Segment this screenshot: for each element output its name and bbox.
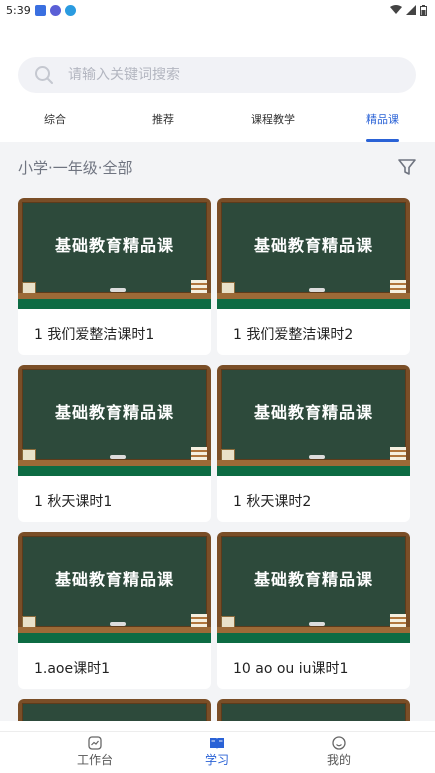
category-tabs: 综合 推荐 课程教学 精品课 — [0, 104, 435, 142]
course-thumbnail: 基础教育精品课 — [18, 532, 211, 643]
thumbnail-text: 基础教育精品课 — [253, 236, 373, 255]
books-icon — [191, 447, 207, 461]
chalkboard — [22, 703, 207, 721]
course-title: 1.aoe课时1 — [34, 661, 111, 677]
books-icon — [191, 280, 207, 294]
search-icon — [35, 66, 53, 84]
tab-label: 综合 — [44, 113, 66, 126]
thumbnail-text: 基础教育精品课 — [253, 570, 373, 589]
moon-notification-icon — [49, 4, 61, 16]
status-time: 5:39 — [6, 3, 31, 17]
bottom-nav: 工作台 学习 我的 — [0, 731, 435, 773]
thumbnail-text: 基础教育精品课 — [54, 570, 174, 589]
nav-profile[interactable]: 我的 — [299, 736, 379, 768]
chalk-icon — [110, 288, 126, 292]
course-title: 1 秋天课时2 — [233, 494, 312, 510]
chalk-icon — [110, 622, 126, 626]
thumbnail-text: 基础教育精品课 — [253, 403, 373, 422]
board-base — [217, 633, 410, 643]
study-icon — [210, 738, 224, 749]
chalk-icon — [110, 455, 126, 459]
course-thumbnail — [217, 699, 410, 721]
nav-label: 工作台 — [76, 753, 113, 767]
course-card-partial[interactable] — [18, 699, 211, 721]
course-thumbnail: 基础教育精品课 — [217, 365, 410, 476]
chalk-icon — [309, 455, 325, 459]
course-thumbnail: 基础教育精品课 — [18, 198, 211, 309]
tab-recommended[interactable]: 推荐 — [152, 104, 174, 142]
course-thumbnail — [18, 699, 211, 721]
books-icon — [191, 614, 207, 628]
board-base — [18, 633, 211, 643]
board-base — [217, 299, 410, 309]
course-card-partial[interactable] — [217, 699, 410, 721]
filter-icon[interactable] — [397, 157, 417, 177]
thumbnail-text: 基础教育精品课 — [54, 403, 174, 422]
battery-icon — [420, 4, 427, 16]
board-base — [18, 466, 211, 476]
tab-label: 课程教学 — [251, 113, 295, 126]
course-card[interactable]: 基础教育精品课 1 秋天课时1 — [18, 365, 211, 522]
signal-icon — [406, 5, 416, 15]
status-right — [390, 4, 427, 16]
wifi-icon — [390, 5, 402, 14]
status-bar: 5:39 — [0, 0, 435, 20]
chalk-icon — [309, 288, 325, 292]
books-icon — [390, 447, 406, 461]
books-icon — [390, 280, 406, 294]
board-base — [217, 466, 410, 476]
chalkboard — [221, 703, 406, 721]
search-bar[interactable] — [18, 57, 416, 93]
filter-row: 小学·一年级·全部 — [0, 142, 435, 192]
nav-label: 我的 — [326, 753, 351, 767]
course-title: 1 我们爱整洁课时1 — [34, 327, 155, 343]
course-thumbnail: 基础教育精品课 — [217, 198, 410, 309]
course-card[interactable]: 基础教育精品课 1 秋天课时2 — [217, 365, 410, 522]
course-list-area[interactable]: 小学·一年级·全部 基础教育精品课 1 我们爱整洁课时1 基础教育精品课 1 我… — [0, 142, 435, 721]
course-card[interactable]: 基础教育精品课 1.aoe课时1 — [18, 532, 211, 689]
status-left: 5:39 — [6, 4, 76, 17]
profile-icon — [332, 736, 346, 750]
course-title: 1 我们爱整洁课时2 — [233, 327, 354, 343]
board-base — [18, 299, 211, 309]
course-thumbnail: 基础教育精品课 — [217, 532, 410, 643]
workbench-icon — [88, 736, 102, 750]
nav-workbench[interactable]: 工作台 — [55, 736, 135, 768]
nav-study[interactable]: 学习 — [177, 736, 257, 768]
thumbnail-text: 基础教育精品课 — [54, 236, 174, 255]
course-title: 10 ao ou iu课时1 — [233, 661, 349, 677]
app-notification-icon — [34, 4, 46, 16]
course-card[interactable]: 基础教育精品课 1 我们爱整洁课时1 — [18, 198, 211, 355]
course-card[interactable]: 基础教育精品课 10 ao ou iu课时1 — [217, 532, 410, 689]
download-notification-icon — [64, 4, 76, 16]
nav-label: 学习 — [204, 753, 229, 767]
tab-label: 推荐 — [152, 113, 174, 126]
tab-course-teaching[interactable]: 课程教学 — [251, 104, 295, 142]
tab-label: 精品课 — [366, 113, 399, 126]
tab-general[interactable]: 综合 — [44, 104, 66, 142]
course-title: 1 秋天课时1 — [34, 494, 113, 510]
books-icon — [390, 614, 406, 628]
course-thumbnail: 基础教育精品课 — [18, 365, 211, 476]
search-input[interactable] — [68, 67, 368, 83]
chalk-icon — [309, 622, 325, 626]
tab-premium-courses[interactable]: 精品课 — [366, 104, 399, 142]
filter-label: 小学·一年级·全部 — [18, 158, 133, 177]
course-card[interactable]: 基础教育精品课 1 我们爱整洁课时2 — [217, 198, 410, 355]
